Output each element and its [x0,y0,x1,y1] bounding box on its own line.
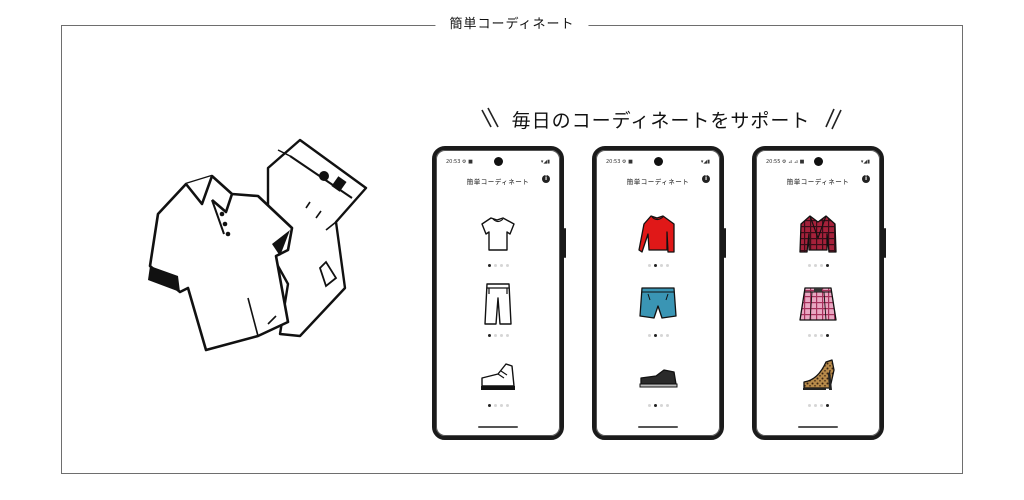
page-dot [813,264,817,267]
shoes-item-carousel[interactable] [438,352,558,422]
leopard-heel-icon [803,359,835,390]
page-dot [659,264,663,267]
emphasis-right-icon [825,108,843,130]
page-dot [505,264,509,267]
page-dot [647,264,651,267]
page-dot-active [653,264,657,267]
denim-shorts-icon [639,287,677,319]
info-icon[interactable]: i [542,175,550,183]
page-dot [499,404,503,407]
page-dot-active [487,404,491,407]
phone-mockup-3: 20:55 ⚙ ⊿ ⊿ ■ ▾◢▮ 簡単コーディネート i [752,146,886,440]
page-dot [493,334,497,337]
page-dot [807,404,811,407]
home-indicator[interactable] [798,426,838,428]
jeans-outline-icon [484,283,512,325]
status-time: 20:53 ⚙ ■ [606,159,633,165]
app-title: 簡単コーディネート [626,178,690,186]
info-icon[interactable]: i [862,175,870,183]
sneaker-outline-icon [481,363,515,390]
camera-hole [654,157,663,166]
page-dot [819,404,823,407]
phone-mockup-2: 20:53 ⚙ ■ ▾◢▮ 簡単コーディネート i [592,146,726,440]
bottom-item-carousel[interactable] [598,282,718,352]
page-dot [647,404,651,407]
shoes-item-carousel[interactable] [598,352,718,422]
page-dot [499,334,503,337]
camera-hole [814,157,823,166]
status-time: 20:53 ⚙ ■ [446,159,473,165]
black-sneaker-icon [639,369,678,388]
red-sweater-icon [638,215,675,253]
page-dot-active [653,334,657,337]
app-title: 簡単コーディネート [466,178,530,186]
plaid-skirt-icon [799,287,837,321]
page-dot [665,334,669,337]
page-dots [758,334,878,337]
phone-screen: 20:53 ⚙ ■ ▾◢▮ 簡単コーディネート i [438,152,558,434]
page-dots [438,264,558,267]
status-time: 20:55 ⚙ ⊿ ⊿ ■ [766,159,805,165]
page-dot [807,334,811,337]
top-item-carousel[interactable] [438,212,558,282]
page-dot-active [825,334,829,337]
clothes-illustration-icon [148,138,368,352]
frame-title: 簡単コーディネート [435,15,589,35]
tagline-banner: 毎日のコーディネートをサポート [466,102,856,136]
page-dot [813,404,817,407]
shoes-item-carousel[interactable] [758,352,878,422]
page-dot-active [487,334,491,337]
status-icons: ▾◢▮ [540,159,550,165]
page-dot [665,404,669,407]
page-dot [505,404,509,407]
info-icon[interactable]: i [702,175,710,183]
page-dot [505,334,509,337]
status-icons: ▾◢▮ [860,159,870,165]
plaid-jacket-icon [799,215,837,253]
bottom-item-carousel[interactable] [758,282,878,352]
page-dot [499,264,503,267]
page-dot [493,264,497,267]
status-icons: ▾◢▮ [700,159,710,165]
phone-mockup-1: 20:53 ⚙ ■ ▾◢▮ 簡単コーディネート i [432,146,566,440]
bottom-item-carousel[interactable] [438,282,558,352]
page-dot [659,334,663,337]
page-dots [758,404,878,407]
top-item-carousel[interactable] [598,212,718,282]
phone-screen: 20:53 ⚙ ■ ▾◢▮ 簡単コーディネート i [598,152,718,434]
page-dot [819,264,823,267]
page-dot [493,404,497,407]
tshirt-outline-icon [481,217,515,251]
page-dot [813,334,817,337]
emphasis-left-icon [480,107,499,128]
page-dots [438,404,558,407]
page-dot-active [653,404,657,407]
page-dot [647,334,651,337]
page-dot-active [487,264,491,267]
page-dot-active [825,404,829,407]
page-dots [758,264,878,267]
page-dots [598,404,718,407]
home-indicator[interactable] [638,426,678,428]
page-dots [598,334,718,337]
page-dot-active [825,264,829,267]
page-dots [598,264,718,267]
page-dots [438,334,558,337]
top-item-carousel[interactable] [758,212,878,282]
tagline-text: 毎日のコーディネートをサポート [511,109,811,132]
home-indicator[interactable] [478,426,518,428]
page-dot [659,404,663,407]
phone-screen: 20:55 ⚙ ⊿ ⊿ ■ ▾◢▮ 簡単コーディネート i [758,152,878,434]
camera-hole [494,157,503,166]
page-dot [819,334,823,337]
app-title: 簡単コーディネート [786,178,850,186]
page-dot [665,264,669,267]
page-dot [807,264,811,267]
